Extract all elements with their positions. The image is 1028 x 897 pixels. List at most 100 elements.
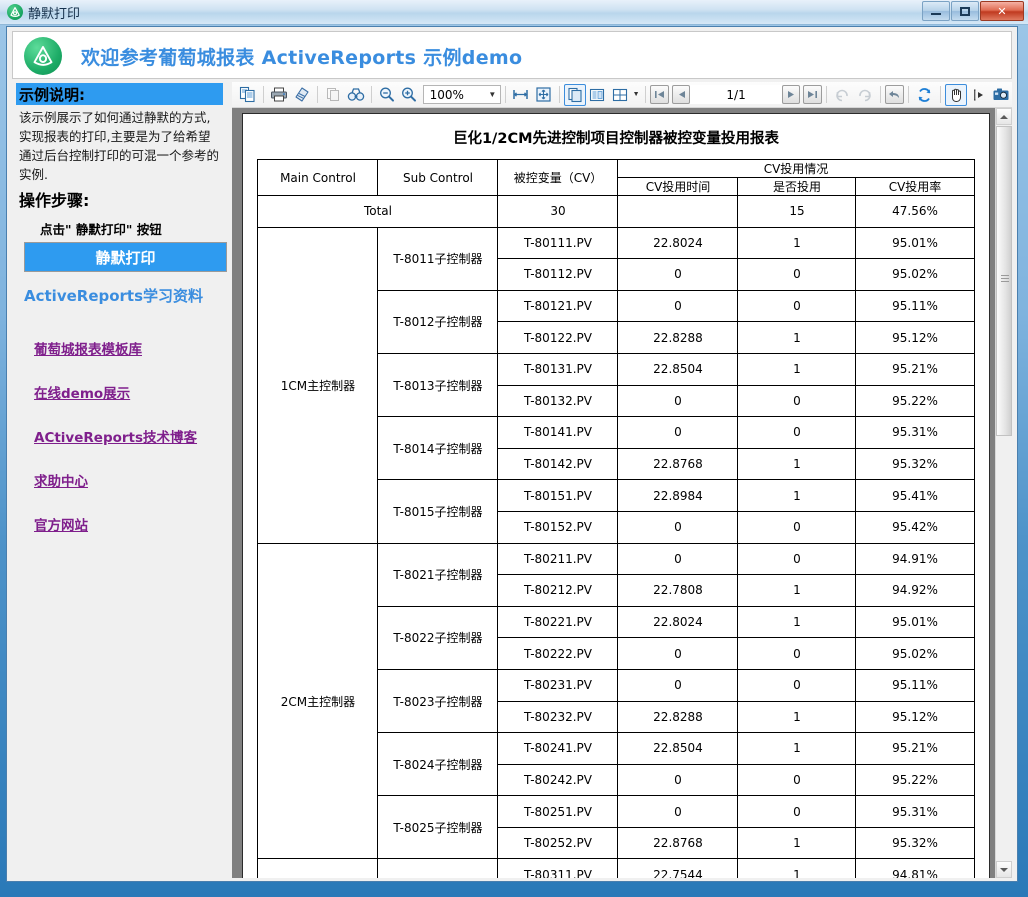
text-select-icon[interactable]: [967, 84, 989, 106]
sidebar-step-text: 点击" 静默打印" 按钮: [40, 222, 162, 237]
cell-cv-time: 0: [617, 637, 739, 670]
sidebar-link-help-center[interactable]: 求助中心: [34, 470, 224, 490]
chevron-down-icon[interactable]: ▼: [631, 84, 641, 106]
cell-cv: T-80131.PV: [497, 352, 619, 386]
silent-print-button[interactable]: 静默打印: [24, 242, 227, 272]
cell-cv-time: 0: [617, 258, 739, 291]
cell-cv-used: 1: [737, 226, 857, 260]
cell-main-control: [257, 858, 379, 878]
sidebar-link-online-demo[interactable]: 在线demo展示: [34, 382, 224, 402]
cell-cv-rate: 95.32%: [855, 447, 975, 481]
cell-cv: T-80211.PV: [497, 542, 619, 576]
cell-sub-control: T-8014子控制器: [377, 416, 499, 481]
table-body: Total 30 15 47.56% 1CM主控制器 T-8011子控制器 T-80111.…: [257, 195, 975, 878]
cell-cv-time: 22.8024: [617, 226, 739, 260]
zoom-out-icon[interactable]: [376, 84, 398, 106]
cell-cv-used: 0: [737, 384, 857, 418]
toolbar-separator: [939, 86, 941, 103]
viewer-scrollbar[interactable]: [995, 108, 1012, 878]
cell-main-control: 2CM主控制器: [257, 542, 379, 860]
export-icon[interactable]: [290, 84, 312, 106]
sidebar-link-tech-blog[interactable]: ACtiveReports技术博客: [34, 426, 224, 446]
table-row: 2CM主控制器 T-8021子控制器 T-80211.PV 0 0 94.91%: [257, 542, 975, 860]
minimize-button[interactable]: [922, 1, 950, 21]
copy-icon[interactable]: [322, 84, 344, 106]
back-arrow-icon[interactable]: [884, 85, 905, 104]
grid-page-icon[interactable]: [608, 84, 630, 106]
report-page: 巨化1/2CM先进控制项目控制器被控变量投用报表 Main Control Su…: [242, 113, 990, 878]
cell-cv-rate: 95.22%: [855, 384, 975, 418]
binoculars-icon[interactable]: [344, 84, 366, 106]
sidebar-link-official-site[interactable]: 官方网站: [34, 514, 224, 534]
cell-cv-used: 0: [737, 510, 857, 544]
scrollbar-grip-icon: [1001, 275, 1009, 282]
cell-sub-control: T-8012子控制器: [377, 289, 499, 354]
page-indicator[interactable]: 1/1: [690, 85, 782, 104]
printer-icon[interactable]: [268, 84, 290, 106]
total-cv-rate: 47.56%: [855, 195, 975, 228]
zoom-in-icon[interactable]: [398, 84, 420, 106]
cell-cv-used: 1: [737, 858, 857, 878]
title-bar: 静默打印 ✕: [0, 0, 1028, 25]
cell-cv-rate: 95.21%: [855, 732, 975, 765]
scrollbar-thumb[interactable]: [996, 126, 1012, 436]
close-button[interactable]: ✕: [980, 1, 1024, 21]
report-title: 巨化1/2CM先进控制项目控制器被控变量投用报表: [452, 131, 780, 147]
cell-cv-used: 1: [737, 321, 857, 354]
total-cv: 30: [497, 195, 619, 228]
cell-cv-used: 1: [737, 574, 857, 607]
fit-page-icon[interactable]: [532, 84, 554, 106]
sidebar-link-template-library[interactable]: 葡萄城报表模板库: [34, 338, 224, 358]
cell-cv-time: 0: [617, 668, 739, 702]
camera-icon[interactable]: [990, 84, 1012, 106]
cell-cv: T-80121.PV: [497, 289, 619, 323]
cell-cv-used: 1: [737, 605, 857, 639]
total-cv-used: 15: [737, 195, 857, 228]
zoom-combobox[interactable]: 100% ▼: [422, 85, 501, 104]
cell-cv-rate: 94.81%: [855, 858, 975, 878]
fit-width-icon[interactable]: [510, 84, 532, 106]
cell-sub-control: T-8025子控制器: [377, 795, 499, 860]
grapecity-logo-icon: [24, 37, 62, 75]
next-page-icon[interactable]: [781, 85, 801, 104]
cell-cv-time: 22.7808: [617, 574, 739, 607]
last-page-icon[interactable]: [803, 85, 822, 104]
cell-cv-rate: 95.32%: [855, 826, 975, 860]
cell-cv-time: 0: [617, 542, 739, 576]
cell-cv: T-80242.PV: [497, 763, 619, 797]
col-main-control: Main Control: [257, 159, 379, 196]
first-page-icon[interactable]: [650, 85, 669, 104]
hand-icon[interactable]: [944, 83, 968, 106]
cell-cv: T-80142.PV: [497, 447, 619, 481]
cell-cv-used: 0: [737, 668, 857, 702]
thumbnails-icon[interactable]: [237, 84, 259, 106]
col-cv: 被控变量（CV）: [497, 159, 619, 196]
cell-cv-rate: 95.21%: [855, 352, 975, 386]
cell-cv: T-80222.PV: [497, 637, 619, 670]
history-back-icon[interactable]: [831, 84, 853, 106]
refresh-icon[interactable]: [913, 84, 935, 106]
cell-cv-rate: 94.91%: [855, 542, 975, 576]
cell-cv-rate: 95.31%: [855, 416, 975, 449]
page-surface: 巨化1/2CM先进控制项目控制器被控变量投用报表 Main Control Su…: [232, 108, 1012, 878]
toolbar-separator: [908, 86, 910, 103]
report-table: Main Control Sub Control 被控变量（CV） CV投用情况…: [257, 159, 975, 878]
chevron-down-icon[interactable]: ▼: [485, 90, 500, 99]
application-window: 静默打印 ✕ 欢迎参考葡萄城报表 ActiveReports 示例demo 示例…: [0, 0, 1028, 897]
cell-cv-time: 22.8504: [617, 352, 739, 386]
cell-cv: T-80112.PV: [497, 258, 619, 291]
continuous-page-icon[interactable]: [586, 84, 608, 106]
single-page-icon[interactable]: [563, 83, 586, 106]
maximize-button[interactable]: [951, 1, 979, 21]
cell-cv-time: 0: [617, 763, 739, 797]
prev-page-icon[interactable]: [671, 85, 691, 104]
scroll-down-button[interactable]: [996, 861, 1012, 878]
sidebar: 示例说明: 该示例展示了如何通过静默的方式,实现报表的打印,主要是为了给希望通过…: [12, 82, 227, 878]
scroll-up-button[interactable]: [996, 108, 1012, 125]
cell-cv-rate: 95.11%: [855, 668, 975, 702]
history-forward-icon[interactable]: [853, 84, 875, 106]
cell-cv-time: 22.7544: [617, 858, 739, 878]
cell-cv-used: 0: [737, 289, 857, 323]
cell-cv: T-80212.PV: [497, 574, 619, 607]
cell-cv-rate: 95.01%: [855, 226, 975, 260]
